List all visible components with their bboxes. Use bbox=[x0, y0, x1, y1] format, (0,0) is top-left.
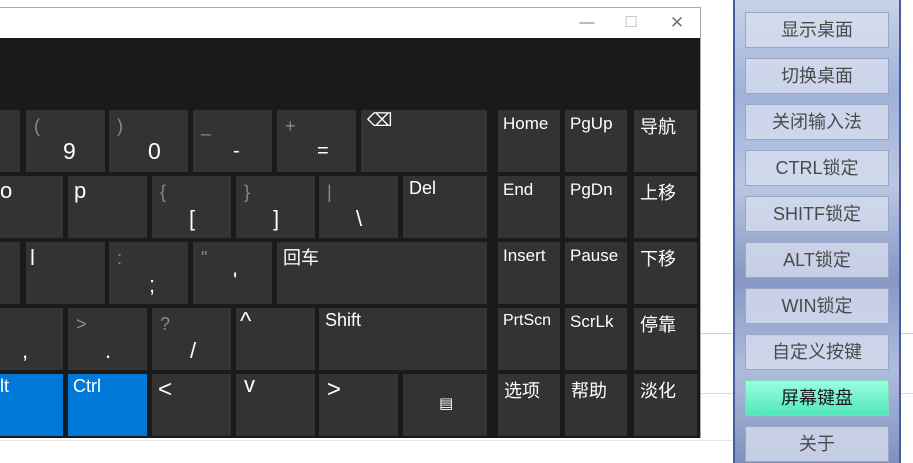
title-bar[interactable]: — ☐ ✕ bbox=[0, 8, 700, 38]
key-help[interactable]: 帮助 bbox=[565, 374, 627, 436]
key-alt[interactable]: Alt bbox=[0, 374, 63, 436]
key-pgdn[interactable]: PgDn bbox=[565, 176, 627, 238]
key-dock[interactable]: 停靠 bbox=[634, 308, 697, 370]
key-0[interactable]: ) 0 bbox=[109, 110, 188, 172]
keyboard-area: ( 9 ) 0 _ - + = ⌫ o p { [ } ] | \ Del l … bbox=[0, 38, 700, 438]
chevron-left-icon: < bbox=[158, 376, 173, 403]
maximize-icon[interactable]: ☐ bbox=[616, 11, 646, 35]
key-p[interactable]: p bbox=[68, 176, 147, 238]
about-button[interactable]: 关于 bbox=[745, 426, 889, 462]
alt-lock-button[interactable]: ALT锁定 bbox=[745, 242, 889, 278]
key-up-arrow[interactable]: ^ bbox=[236, 308, 315, 370]
close-ime-button[interactable]: 关闭输入法 bbox=[745, 104, 889, 140]
key-period[interactable]: > . bbox=[68, 308, 147, 370]
menu-icon: ▤ bbox=[439, 395, 454, 412]
key-menu[interactable]: ▤ bbox=[403, 374, 487, 436]
key-prtscn[interactable]: PrtScn bbox=[498, 308, 560, 370]
key-minus[interactable]: _ - bbox=[193, 110, 272, 172]
ctrl-lock-button[interactable]: CTRL锁定 bbox=[745, 150, 889, 186]
shift-lock-button[interactable]: SHITF锁定 bbox=[745, 196, 889, 232]
backspace-icon: ⌫ bbox=[367, 110, 393, 130]
key-pgup[interactable]: PgUp bbox=[565, 110, 627, 172]
screen-keyboard-button[interactable]: 屏幕键盘 bbox=[745, 380, 889, 416]
tool-side-panel: 显示桌面 切换桌面 关闭输入法 CTRL锁定 SHITF锁定 ALT锁定 WIN… bbox=[733, 0, 913, 463]
key-right-bracket[interactable]: } ] bbox=[236, 176, 315, 238]
key-fade[interactable]: 淡化 bbox=[634, 374, 697, 436]
key-backslash[interactable]: | \ bbox=[319, 176, 398, 238]
minimize-icon[interactable]: — bbox=[572, 11, 602, 35]
key-right-arrow[interactable]: > bbox=[319, 374, 398, 436]
key-semicolon[interactable]: : ; bbox=[109, 242, 188, 304]
key-options[interactable]: 选项 bbox=[498, 374, 560, 436]
key-backspace[interactable]: ⌫ bbox=[361, 110, 487, 172]
key-left-arrow[interactable]: < bbox=[152, 374, 231, 436]
key-enter[interactable]: 回车 bbox=[277, 242, 487, 304]
key-nav[interactable]: 导航 bbox=[634, 110, 697, 172]
key-8-partial[interactable] bbox=[0, 110, 20, 172]
key-move-up[interactable]: 上移 bbox=[634, 176, 697, 238]
win-lock-button[interactable]: WIN锁定 bbox=[745, 288, 889, 324]
background-divider bbox=[0, 440, 740, 441]
key-shift[interactable]: Shift bbox=[319, 308, 487, 370]
key-l[interactable]: l bbox=[26, 242, 105, 304]
key-9[interactable]: ( 9 bbox=[26, 110, 105, 172]
key-k-partial[interactable] bbox=[0, 242, 20, 304]
key-del[interactable]: Del bbox=[403, 176, 487, 238]
switch-desktop-button[interactable]: 切换桌面 bbox=[745, 58, 889, 94]
key-equals[interactable]: + = bbox=[277, 110, 356, 172]
chevron-up-icon: ^ bbox=[240, 308, 252, 335]
key-left-bracket[interactable]: { [ bbox=[152, 176, 231, 238]
key-pause[interactable]: Pause bbox=[565, 242, 627, 304]
show-desktop-button[interactable]: 显示桌面 bbox=[745, 12, 889, 48]
key-end[interactable]: End bbox=[498, 176, 560, 238]
key-quote[interactable]: " ' bbox=[193, 242, 272, 304]
key-ctrl[interactable]: Ctrl bbox=[68, 374, 147, 436]
close-icon[interactable]: ✕ bbox=[662, 11, 692, 35]
custom-keys-button[interactable]: 自定义按键 bbox=[745, 334, 889, 370]
key-home[interactable]: Home bbox=[498, 110, 560, 172]
key-comma[interactable]: , bbox=[0, 308, 63, 370]
key-scrlk[interactable]: ScrLk bbox=[565, 308, 627, 370]
key-move-down[interactable]: 下移 bbox=[634, 242, 697, 304]
key-down-arrow[interactable]: v bbox=[236, 372, 315, 436]
key-insert[interactable]: Insert bbox=[498, 242, 560, 304]
key-o[interactable]: o bbox=[0, 176, 63, 238]
chevron-down-icon: v bbox=[244, 372, 255, 397]
chevron-right-icon: > bbox=[327, 376, 342, 403]
key-slash[interactable]: ? / bbox=[152, 308, 231, 370]
on-screen-keyboard-window: — ☐ ✕ ( 9 ) 0 _ - + = ⌫ o p {[}] | \ … bbox=[0, 7, 701, 438]
